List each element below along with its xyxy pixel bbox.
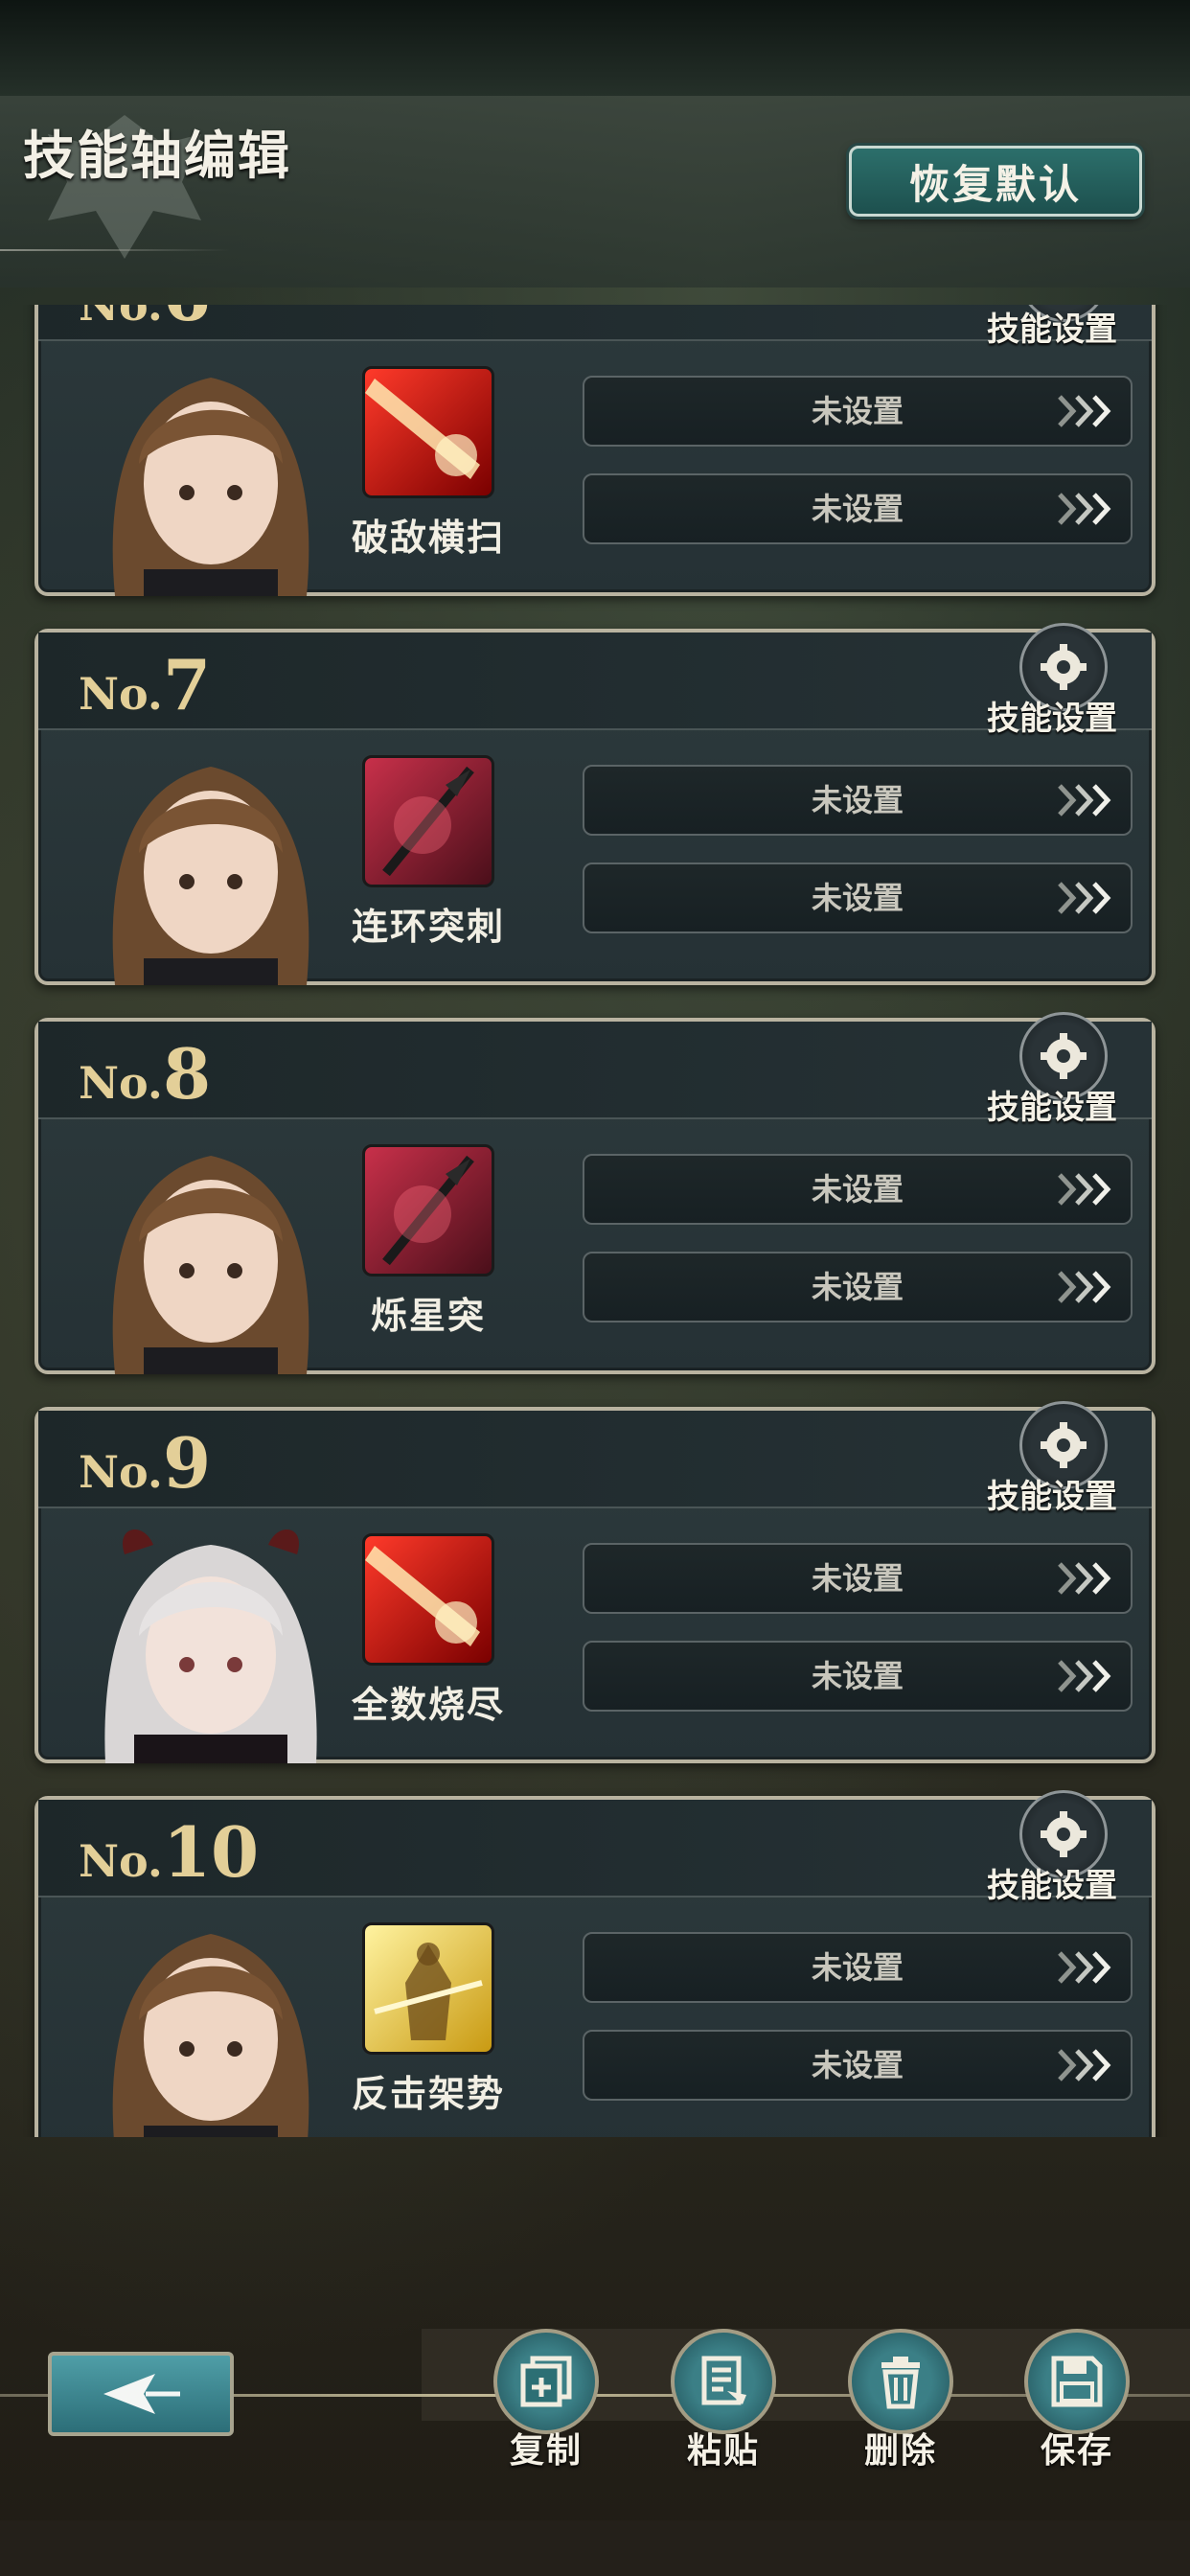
card-number: No.6 (79, 305, 211, 336)
triple-chevron-icon (1058, 1562, 1111, 1595)
skill-slot-1[interactable]: 未设置 (583, 765, 1133, 836)
skill-slot-2[interactable]: 未设置 (583, 1252, 1133, 1322)
card-number: No.7 (79, 644, 212, 725)
top-backdrop (0, 0, 1190, 96)
skill-slot-2[interactable]: 未设置 (583, 473, 1133, 544)
back-button[interactable] (48, 2352, 234, 2436)
skill-card-6: No.6 技能设置 破敌横扫 未设置 未设置 (34, 305, 1156, 596)
skill-setting-button[interactable]: 技能设置 (987, 1470, 1117, 1517)
skill-setting-button[interactable]: 技能设置 (987, 1081, 1117, 1128)
skill-card-9: No.9 技能设置 全数烧尽 未设置 未设置 (34, 1401, 1156, 1763)
triple-chevron-icon (1058, 1951, 1111, 1984)
skill-slot-1[interactable]: 未设置 (583, 376, 1133, 447)
skill-slot-1[interactable]: 未设置 (583, 1154, 1133, 1225)
skill-name: 烁星突 (370, 1295, 486, 1337)
card-number: No.10 (79, 1811, 260, 1893)
paste-icon (701, 2356, 746, 2405)
skill-icon-counter-stance[interactable] (362, 1922, 494, 2055)
reset-default-button[interactable]: 恢复默认 (849, 146, 1142, 217)
skill-icon-slash[interactable] (362, 366, 494, 498)
copy-button[interactable]: 复制 (491, 2329, 602, 2472)
skill-slot-1[interactable]: 未设置 (583, 1932, 1133, 2003)
footer-strip (0, 2520, 1190, 2576)
delete-button[interactable]: 删除 (845, 2329, 956, 2472)
skill-setting-button[interactable]: 技能设置 (987, 692, 1117, 739)
triple-chevron-icon (1058, 2049, 1111, 2082)
paste-button[interactable]: 粘贴 (668, 2329, 779, 2472)
skill-name: 连环突刺 (351, 906, 505, 948)
skill-icon-spear[interactable] (362, 755, 494, 887)
triple-chevron-icon (1058, 395, 1111, 427)
character-portrait-brown-hair (86, 349, 335, 596)
divider (0, 249, 230, 251)
triple-chevron-icon (1058, 882, 1111, 914)
skill-name: 反击架势 (351, 2073, 505, 2115)
character-portrait-brown-hair (86, 1905, 335, 2137)
skill-slot-1[interactable]: 未设置 (583, 1543, 1133, 1614)
skill-card-list[interactable]: No.6 技能设置 破敌横扫 未设置 未设置 No.7 技能设置 连环突刺 (0, 305, 1190, 2137)
skill-slot-2[interactable]: 未设置 (583, 1641, 1133, 1712)
bottom-toolbar: 复制 粘贴 删除 保存 (0, 2319, 1190, 2520)
card-number: No.8 (79, 1033, 212, 1115)
skill-icon-spear[interactable] (362, 1144, 494, 1276)
back-arrow-icon (103, 2374, 180, 2414)
skill-icon-slash[interactable] (362, 1533, 494, 1666)
character-portrait-brown-hair (86, 738, 335, 985)
header: 技能轴编辑 恢复默认 (0, 96, 1190, 288)
skill-card-8: No.8 技能设置 烁星突 未设置 未设置 (34, 1012, 1156, 1374)
skill-name: 破敌横扫 (351, 517, 505, 559)
triple-chevron-icon (1058, 1660, 1111, 1692)
save-button[interactable]: 保存 (1021, 2329, 1133, 2472)
triple-chevron-icon (1058, 1173, 1111, 1206)
skill-slot-2[interactable]: 未设置 (583, 862, 1133, 933)
triple-chevron-icon (1058, 493, 1111, 525)
skill-card-7: No.7 技能设置 连环突刺 未设置 未设置 (34, 623, 1156, 985)
skill-setting-button[interactable]: 技能设置 (987, 1859, 1117, 1906)
save-icon (1051, 2356, 1103, 2407)
copy-icon (520, 2356, 572, 2407)
skill-name: 全数烧尽 (351, 1684, 505, 1726)
skill-card-10: No.10 技能设置 反击架势 未设置 未设置 (34, 1790, 1156, 2137)
skill-slot-2[interactable]: 未设置 (583, 2030, 1133, 2101)
trash-icon (881, 2357, 920, 2409)
character-portrait-brown-hair (86, 1127, 335, 1374)
skill-setting-button[interactable]: 技能设置 (987, 305, 1117, 350)
triple-chevron-icon (1058, 784, 1111, 816)
page-title: 技能轴编辑 (23, 126, 291, 186)
triple-chevron-icon (1058, 1271, 1111, 1303)
card-number: No.9 (79, 1422, 212, 1504)
character-portrait-silver-hair (86, 1516, 335, 1763)
